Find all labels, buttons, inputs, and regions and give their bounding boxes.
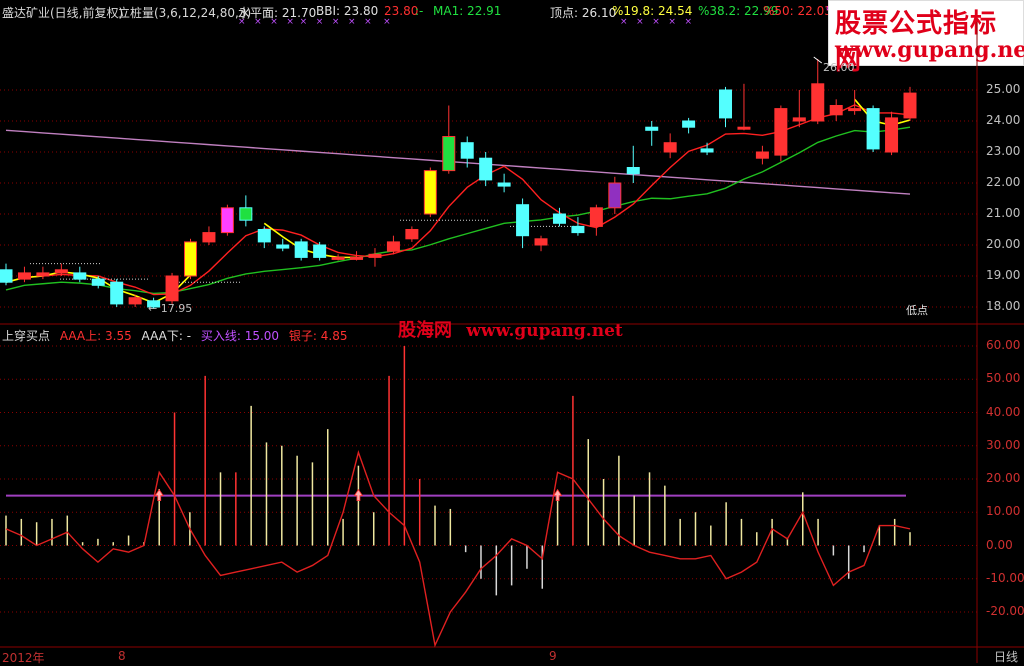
candle-body	[829, 105, 843, 116]
candle-body	[755, 151, 769, 159]
price-tick: 18.00	[986, 299, 1021, 313]
sub-indicator-name: 上穿买点	[2, 329, 51, 343]
candle-body	[682, 120, 696, 128]
price-tick: 21.00	[986, 206, 1021, 220]
candle-body	[276, 244, 290, 249]
candle-body	[719, 89, 733, 119]
candle-body	[202, 232, 216, 243]
candle-body	[626, 167, 640, 175]
candle-body	[497, 182, 511, 187]
indicator-tick: 20.00	[986, 471, 1021, 485]
candle-body	[700, 148, 714, 153]
candle-body	[552, 213, 566, 224]
candle-body	[128, 297, 142, 305]
candle-body	[442, 136, 456, 172]
price-tick: 19.00	[986, 268, 1021, 282]
buy-line-value: 买入线: 15.00	[200, 329, 280, 343]
price-tick: 23.00	[986, 144, 1021, 158]
candle-body	[848, 108, 862, 112]
aaa-down-value: AAA下: -	[141, 329, 192, 343]
indicator-tick: 30.00	[986, 437, 1021, 452]
candle-body	[608, 182, 622, 209]
candle-body	[645, 126, 659, 131]
price-tick: 22.00	[986, 175, 1021, 189]
high-price-label: 26.00	[823, 61, 855, 74]
candle-body	[589, 207, 603, 227]
candle-body	[792, 117, 806, 122]
candle-body	[423, 170, 437, 215]
date-month-8: 8	[118, 649, 126, 663]
indicator-tick: 10.00	[986, 504, 1021, 519]
candle-body	[460, 142, 474, 159]
candle-body	[183, 241, 197, 277]
silver-value: 银子: 4.85	[288, 329, 348, 343]
candle-body	[36, 272, 50, 277]
candle-body	[866, 108, 880, 150]
candle-body	[774, 108, 788, 156]
candle-body	[220, 207, 234, 234]
period-label[interactable]: 日线	[994, 648, 1018, 665]
candle-body	[663, 142, 677, 153]
ma-yellow-line	[854, 98, 911, 126]
date-year: 2012年	[2, 651, 45, 665]
buy-arrow-icon	[353, 488, 364, 502]
candle-body	[73, 272, 87, 280]
indicator-tick: 40.00	[986, 404, 1021, 419]
candle-body	[885, 117, 899, 153]
candle-body	[479, 157, 493, 181]
indicator-tick: -20.00	[986, 604, 1024, 618]
low-price-label: ← 17.95	[148, 302, 193, 315]
middle-watermark: 股海网 www.gupang.net	[398, 316, 623, 342]
candle-body	[405, 229, 419, 240]
indicator-tick: 0.00	[986, 537, 1013, 552]
candle-body	[294, 241, 308, 258]
candle-body	[0, 269, 13, 283]
date-month-9: 9	[549, 649, 557, 663]
candle-body	[534, 238, 548, 246]
price-tick: 25.00	[986, 82, 1021, 96]
indicator-tick: -10.00	[986, 570, 1024, 585]
candle-body	[386, 241, 400, 252]
middle-watermark-url: www.gupang.net	[466, 321, 623, 341]
sub-legend: 上穿买点 AAA上: 3.55 AAA下: - 买入线: 15.00 银子: 4…	[2, 327, 353, 344]
candle-body	[516, 204, 530, 237]
indicator-line	[5, 449, 911, 648]
price-tick: 20.00	[986, 237, 1021, 251]
candle-body	[257, 229, 271, 243]
candle-body	[17, 272, 31, 280]
candle-body	[811, 83, 825, 122]
indicator-tick: 50.00	[986, 371, 1021, 386]
candle-body	[331, 256, 345, 260]
candle-body	[54, 269, 68, 274]
candle-body	[91, 278, 105, 286]
low-point-label: 低点	[906, 304, 928, 317]
price-tick: 24.00	[986, 113, 1021, 127]
candle-body	[110, 281, 124, 305]
candle-body	[571, 225, 585, 234]
middle-watermark-text: 股海网	[398, 320, 452, 341]
candle-body	[313, 244, 327, 258]
indicator-tick: 60.00	[986, 338, 1021, 352]
candle-body	[368, 253, 382, 258]
buy-arrow-icon	[154, 488, 164, 502]
candle-body	[350, 256, 364, 260]
aaa-up-value: AAA上: 3.55	[59, 329, 132, 343]
candle-body	[737, 126, 751, 130]
candle-body	[165, 275, 179, 302]
candle-body	[239, 207, 253, 221]
candle-body	[903, 92, 917, 119]
